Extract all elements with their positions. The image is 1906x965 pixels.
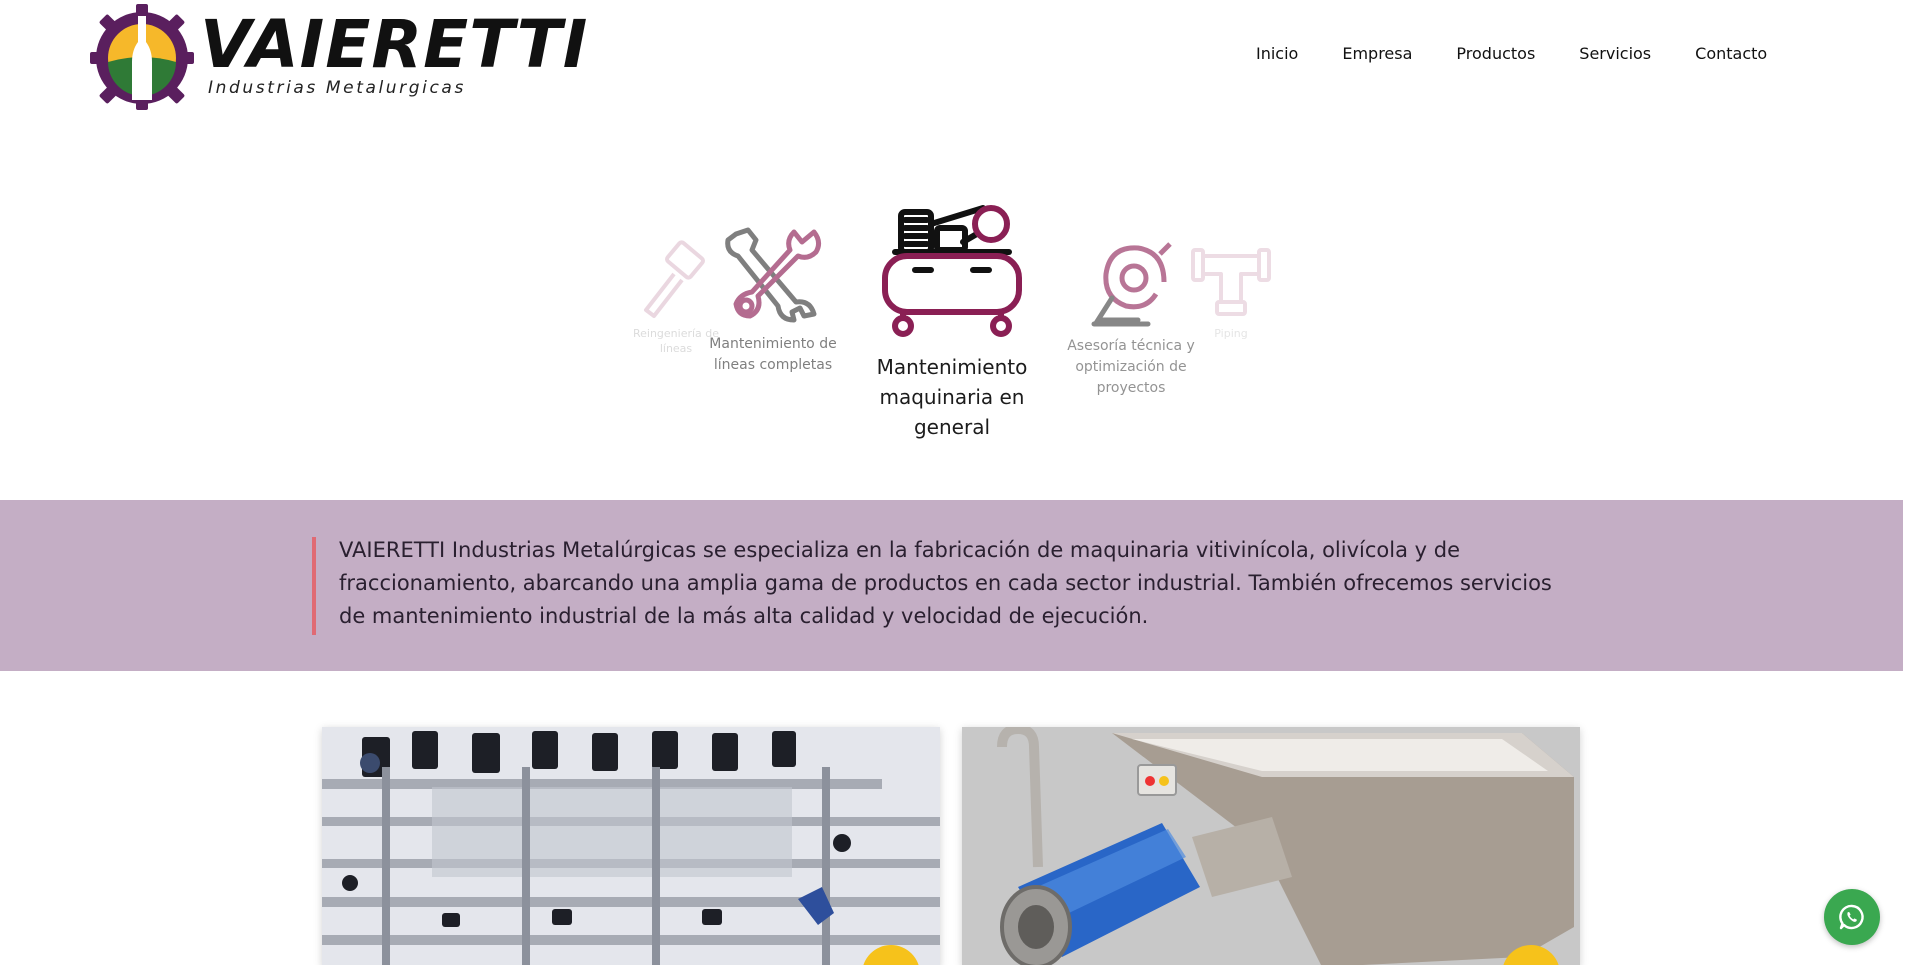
- service-label: Piping: [1214, 327, 1248, 340]
- gear-logo-icon: [90, 4, 194, 110]
- quote-accent-bar: [312, 537, 316, 635]
- nav-inicio[interactable]: Inicio: [1256, 44, 1298, 63]
- product-card[interactable]: [322, 727, 940, 965]
- wrench-icon: [725, 227, 822, 323]
- service-label: Asesoría técnica y optimización de proye…: [1067, 338, 1195, 396]
- brand-logo[interactable]: VAIERETTI Industrias Metalurgicas: [88, 2, 587, 110]
- brand-name: VAIERETTI: [200, 6, 589, 83]
- service-piping[interactable]: Piping: [1186, 240, 1276, 341]
- service-mantenimiento-maquinaria[interactable]: Mantenimiento maquinaria en general: [862, 194, 1042, 442]
- service-mantenimiento-lineas[interactable]: Mantenimiento de líneas completas: [700, 220, 846, 376]
- service-asesoria[interactable]: Asesoría técnica y optimización de proye…: [1056, 224, 1206, 399]
- nav-servicios[interactable]: Servicios: [1579, 44, 1651, 63]
- site-header: VAIERETTI Industrias Metalurgicas Inicio…: [0, 0, 1906, 116]
- machine-photo: [322, 727, 940, 965]
- about-text: VAIERETTI Industrias Metalúrgicas se esp…: [339, 538, 1552, 628]
- whatsapp-button[interactable]: [1824, 889, 1880, 945]
- brand-tagline: Industrias Metalurgicas: [208, 78, 466, 98]
- compressor-icon: [882, 205, 1022, 337]
- pump-icon: [1091, 242, 1172, 327]
- hopper-photo: [962, 727, 1580, 965]
- about-band: VAIERETTI Industrias Metalúrgicas se esp…: [0, 500, 1903, 671]
- whatsapp-icon: [1839, 904, 1864, 930]
- pipe-fitting-icon: [1191, 248, 1271, 316]
- service-label: Mantenimiento maquinaria en general: [876, 355, 1028, 439]
- main-nav: Inicio Empresa Productos Servicios Conta…: [1256, 44, 1811, 63]
- service-label: Mantenimiento de líneas completas: [709, 336, 837, 373]
- nav-productos[interactable]: Productos: [1456, 44, 1535, 63]
- nav-contacto[interactable]: Contacto: [1695, 44, 1767, 63]
- nav-empresa[interactable]: Empresa: [1342, 44, 1412, 63]
- product-card[interactable]: [962, 727, 1580, 965]
- services-carousel: Reingeniería de líneas Mantenimiento de …: [0, 180, 1906, 480]
